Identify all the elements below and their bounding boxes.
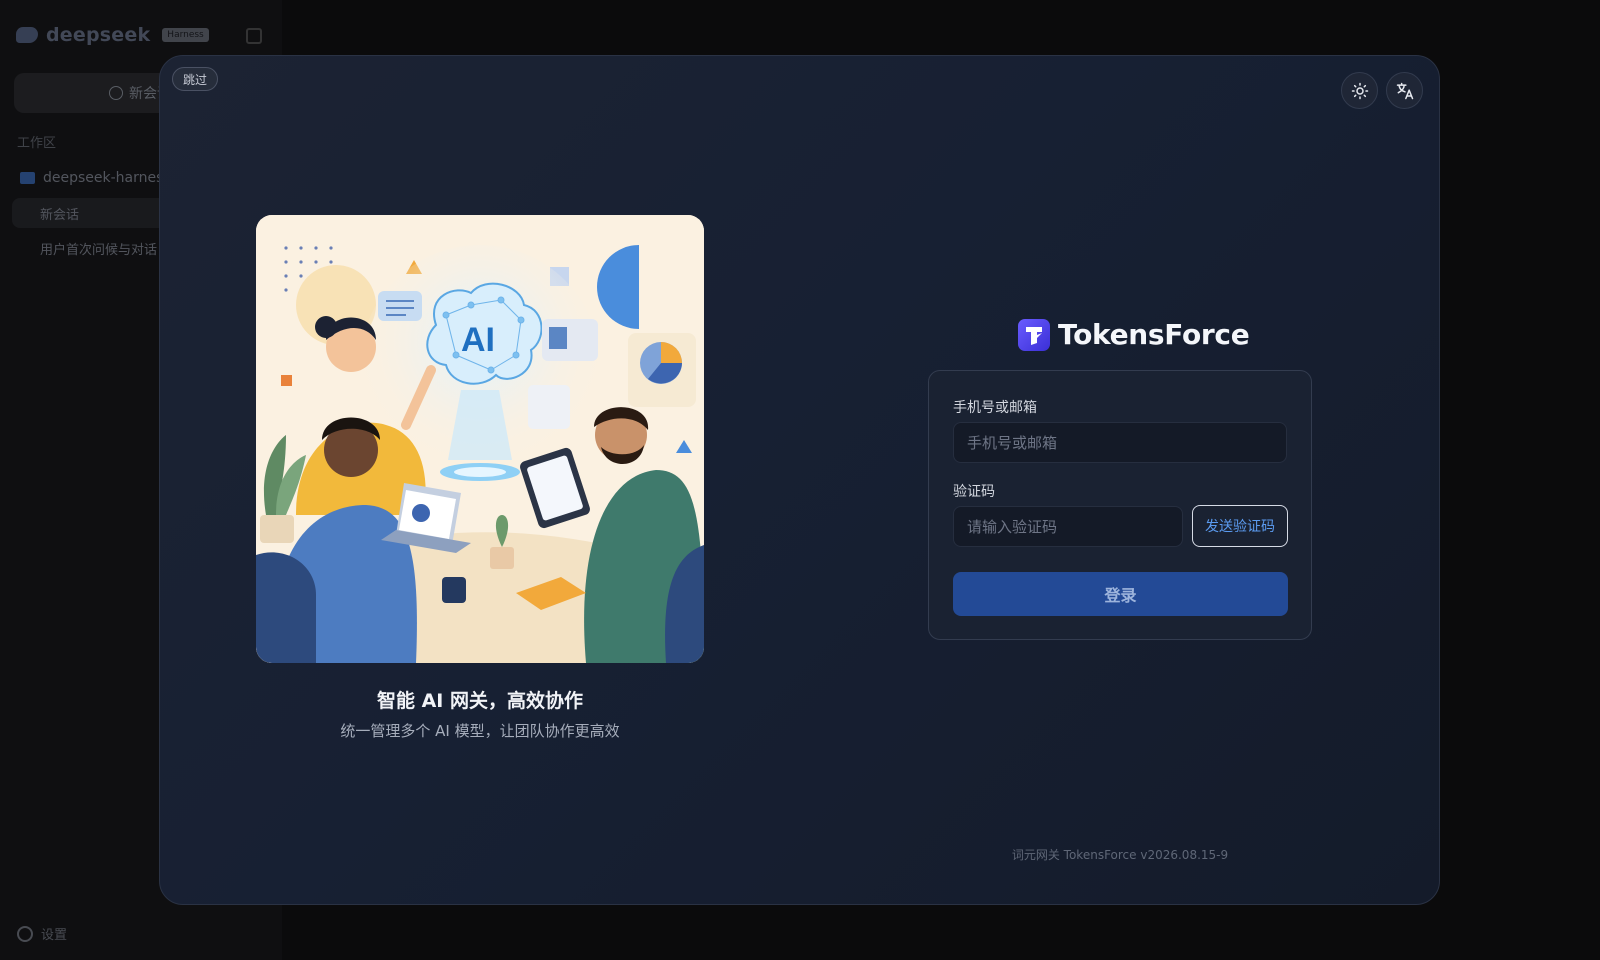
verification-code-input[interactable]: 请输入验证码 (953, 506, 1183, 547)
skip-button[interactable]: 跳过 (172, 67, 219, 91)
tokensforce-logo-icon (1018, 318, 1050, 351)
background-logo-badge: Harness (162, 28, 209, 42)
sun-icon (1351, 82, 1368, 99)
language-toggle-button[interactable] (1386, 72, 1423, 109)
folder-icon (20, 172, 35, 184)
ai-hologram-text: AI (461, 321, 495, 359)
brand-name: TokensForce (1058, 318, 1250, 351)
phone-email-label: 手机号或邮箱 (953, 400, 1037, 416)
top-right-actions (1341, 72, 1423, 109)
translate-icon (1396, 82, 1413, 99)
background-logo-text: deepseek (46, 24, 151, 46)
illustration-subtitle: 统一管理多个 AI 模型，让团队协作更高效 (340, 722, 620, 740)
plus-circle-icon (109, 86, 123, 100)
background-section-label: 工作区 (17, 136, 57, 151)
brand-header: TokensForce (1018, 318, 1250, 351)
background-settings: 设置 (17, 924, 67, 943)
theme-toggle-button[interactable] (1341, 72, 1378, 109)
illustration-title: 智能 AI 网关，高效协作 (376, 690, 583, 712)
hero-illustration: AI (256, 215, 704, 663)
login-button[interactable]: 登录 (953, 572, 1288, 616)
login-form: 手机号或邮箱 手机号或邮箱 验证码 请输入验证码 发送验证码 登录 (928, 370, 1312, 640)
verification-code-label: 验证码 (953, 484, 995, 500)
login-modal: 跳过 AI 智能 AI 网关，高效协作 统一管理多个 AI 模型，让团队协作更高… (159, 55, 1440, 905)
version-footer: 词元网关 TokensForce v2026.08.15-9 (1011, 848, 1229, 862)
phone-email-placeholder: 手机号或邮箱 (967, 434, 1058, 452)
whale-logo-icon (16, 27, 38, 43)
sidebar-collapse-icon (246, 28, 262, 44)
gear-icon (17, 925, 33, 942)
background-settings-label: 设置 (41, 928, 68, 943)
verification-code-placeholder: 请输入验证码 (967, 518, 1058, 536)
send-code-button[interactable]: 发送验证码 (1192, 505, 1288, 547)
team-collaboration-illustration: AI (256, 215, 704, 663)
background-logo: deepseek Harness (16, 24, 209, 46)
background-folder-name: deepseek-harness (43, 170, 171, 186)
background-folder: deepseek-harness (20, 170, 171, 186)
phone-email-input[interactable]: 手机号或邮箱 (953, 422, 1287, 463)
